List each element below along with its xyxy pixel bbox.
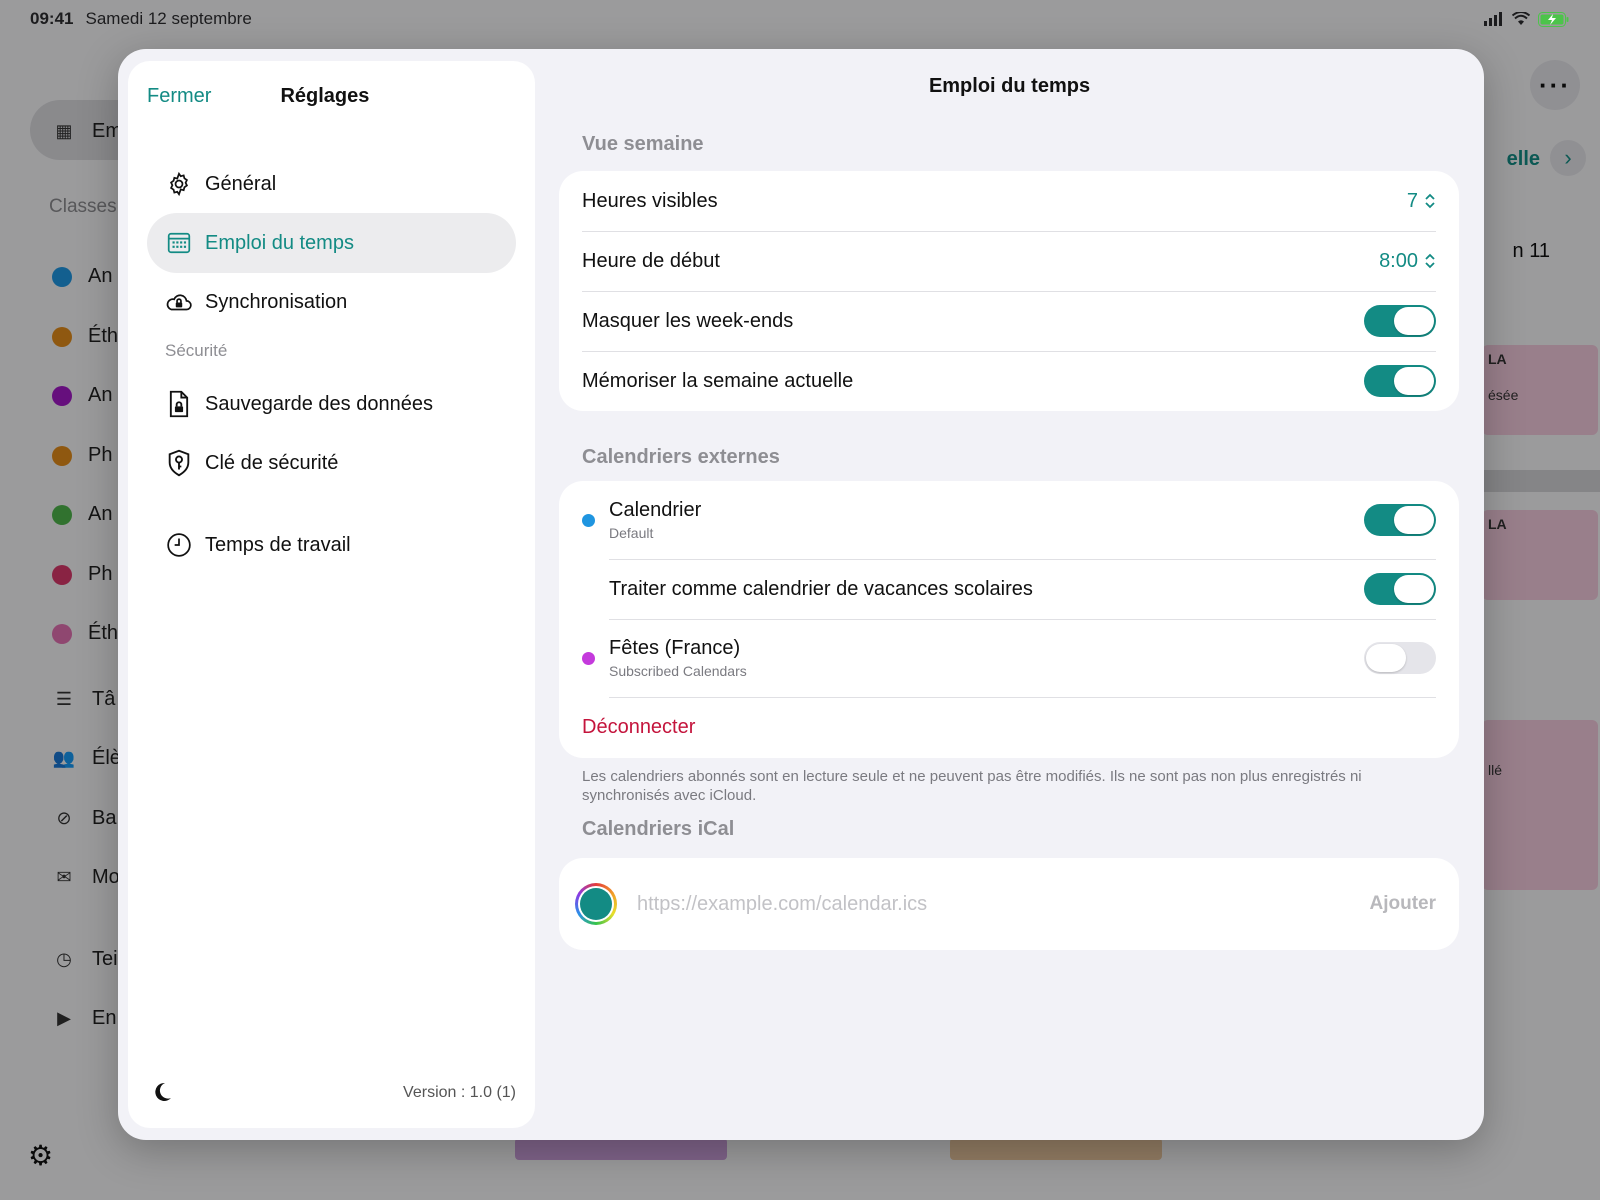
school-holidays-row: Traiter comme calendrier de vacances sco… [609,559,1436,619]
toggle-knob [1394,575,1434,603]
sidebar-item-label: Clé de sécurité [205,451,339,474]
settings-title: Réglages [280,85,370,107]
calendar-info: Calendrier Default [609,499,701,541]
security-section-header: Sécurité [165,341,228,360]
calendar-color-dot [582,651,595,665]
add-button[interactable]: Ajouter [1370,893,1437,915]
color-picker-ring [578,886,614,922]
hide-weekends-toggle[interactable] [1364,305,1436,337]
settings-modal: Fermer Réglages Général Emploi du temps … [118,49,1484,1140]
school-holidays-toggle[interactable] [1364,573,1436,605]
ical-url-input[interactable] [637,892,1370,916]
visible-hours-stepper[interactable]: 7 [1407,190,1436,213]
toggle-knob [1394,367,1434,395]
ical-section-header: Calendriers iCal [582,818,735,840]
shield-key-icon [165,449,193,477]
calendar-row-holidays: Fêtes (France) Subscribed Calendars [582,619,1436,697]
color-swatch [580,888,612,920]
sidebar-item-backup[interactable]: Sauvegarde des données [147,374,516,434]
chevron-up-down-icon [1425,253,1435,269]
hide-weekends-row: Masquer les week-ends [582,291,1436,351]
calendar-toggle[interactable] [1364,504,1436,536]
close-button[interactable]: Fermer [147,85,211,108]
sidebar-item-schedule[interactable]: Emploi du temps [147,213,516,273]
sidebar-item-label: Emploi du temps [205,231,354,254]
toggle-knob [1366,644,1406,672]
visible-hours-row: Heures visibles 7 [582,171,1436,231]
week-view-card: Heures visibles 7 Heure de début 8:00 Ma… [559,171,1459,411]
sidebar-item-label: Sauvegarde des données [205,392,433,415]
start-hour-label: Heure de début [582,249,720,272]
school-holidays-label: Traiter comme calendrier de vacances sco… [609,577,1033,600]
chevron-up-down-icon [1425,193,1435,209]
status-time: 09:41 [30,9,74,28]
visible-hours-value: 7 [1406,189,1418,212]
disconnect-button[interactable]: Déconnecter [582,716,695,739]
sidebar-header: Fermer Réglages [147,85,516,108]
signal-icon [1484,12,1502,26]
calendar-icon [165,229,193,257]
status-bar: 09:41 Samedi 12 septembre [30,8,1570,30]
calendar-source: Subscribed Calendars [609,663,747,679]
settings-sidebar: Fermer Réglages Général Emploi du temps … [128,61,535,1128]
calendar-toggle[interactable] [1364,642,1436,674]
remember-week-row: Mémoriser la semaine actuelle [582,351,1436,411]
sidebar-item-sync[interactable]: Synchronisation [147,272,516,332]
remember-week-label: Mémoriser la semaine actuelle [582,369,854,392]
battery-charging-icon [1538,11,1569,27]
remember-week-toggle[interactable] [1364,365,1436,397]
cloud-lock-icon [165,288,193,316]
calendar-info: Fêtes (France) Subscribed Calendars [609,637,747,679]
toggle-knob [1394,307,1434,335]
status-date: Samedi 12 septembre [85,9,252,28]
calendar-name: Calendrier [609,499,702,521]
start-hour-stepper[interactable]: 8:00 [1379,250,1436,273]
wifi-icon [1512,12,1530,25]
hide-weekends-label: Masquer les week-ends [582,309,794,332]
sidebar-item-label: Synchronisation [205,290,348,313]
calendar-source: Default [609,525,654,541]
color-picker[interactable] [575,883,617,925]
disconnect-row: Déconnecter [582,697,1436,757]
external-calendars-card: Calendrier Default Traiter comme calendr… [559,481,1459,758]
sidebar-item-label: Temps de travail [205,533,351,556]
start-hour-value: 8:00 [1379,249,1418,272]
gear-icon [165,170,193,198]
subscribed-calendars-note: Les calendriers abonnés sont en lecture … [582,768,1362,804]
start-hour-row: Heure de début 8:00 [582,231,1436,291]
status-indicators [1484,11,1570,27]
calendar-name: Fêtes (France) [609,637,741,659]
toggle-knob [1394,506,1434,534]
moon-icon[interactable] [150,1080,178,1108]
document-lock-icon [165,390,193,418]
calendar-color-dot [582,513,595,527]
clock-icon [165,531,193,559]
page-title: Emploi du temps [928,75,1091,97]
external-calendars-section-header: Calendriers externes [582,446,780,468]
sidebar-item-work-time[interactable]: Temps de travail [147,515,516,575]
settings-detail-panel: Emploi du temps Vue semaine Heures visib… [535,49,1484,1140]
ical-add-row: Ajouter [575,858,1436,950]
version-label: Version : 1.0 (1) [403,1084,516,1101]
sidebar-item-label: Général [205,172,277,195]
ical-card: Ajouter [559,858,1459,950]
sidebar-item-general[interactable]: Général [147,154,516,214]
week-view-section-header: Vue semaine [582,133,704,155]
visible-hours-label: Heures visibles [582,189,718,212]
sidebar-item-security-key[interactable]: Clé de sécurité [147,433,516,493]
calendar-row-default: Calendrier Default [582,481,1436,559]
